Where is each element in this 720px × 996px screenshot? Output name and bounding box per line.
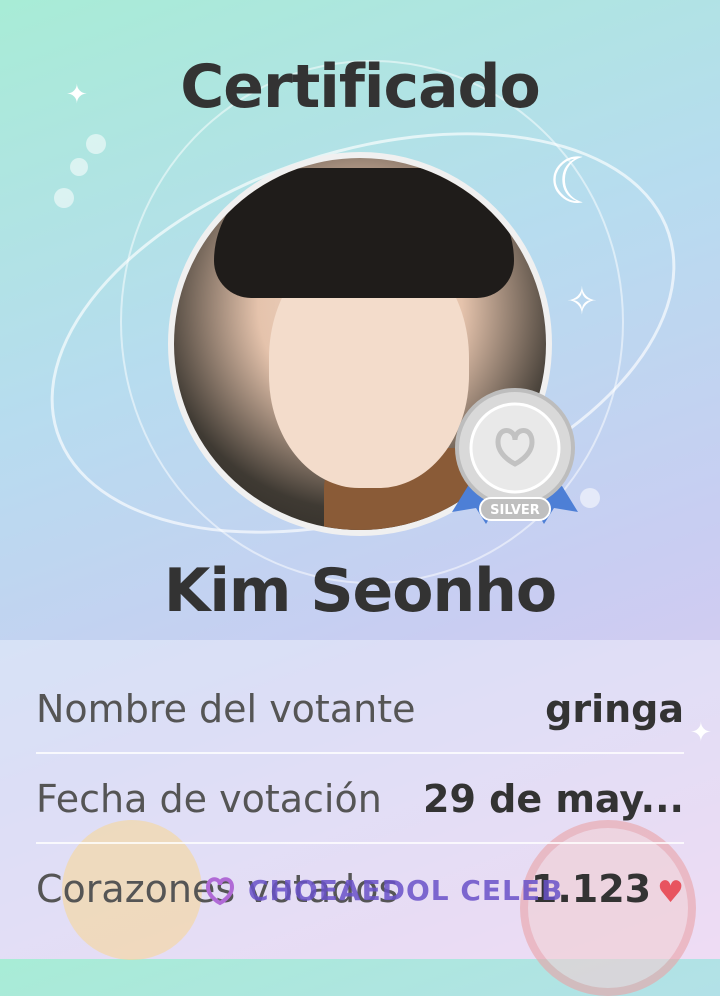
- voter-name-value: gringa: [545, 687, 684, 731]
- vote-date-row: Fecha de votación 29 de may...: [36, 754, 684, 844]
- badge-label: SILVER: [490, 503, 540, 518]
- photo-hair: [214, 168, 514, 298]
- voter-name-label: Nombre del votante: [36, 687, 416, 731]
- moon-icon: ☾: [548, 145, 606, 219]
- vote-date-label: Fecha de votación: [36, 777, 382, 821]
- sparkle-icon: ✧: [566, 279, 598, 323]
- heart-icon: ♥: [657, 875, 684, 910]
- decorative-dot: [86, 134, 106, 154]
- decorative-dot: [54, 188, 74, 208]
- certificate-title: Certificado: [180, 52, 540, 122]
- silver-medal-badge: SILVER: [452, 388, 578, 524]
- brand-heart-icon: [205, 877, 235, 906]
- decorative-dot: [70, 158, 88, 176]
- brand-logo: CHOEAEDOL CELEB: [200, 872, 563, 908]
- voter-name-row: Nombre del votante gringa: [36, 664, 684, 754]
- celebrity-name: Kim Seonho: [163, 556, 557, 626]
- vote-date-value: 29 de may...: [423, 777, 684, 821]
- brand-logo-text: CHOEAEDOL CELEB: [248, 873, 564, 907]
